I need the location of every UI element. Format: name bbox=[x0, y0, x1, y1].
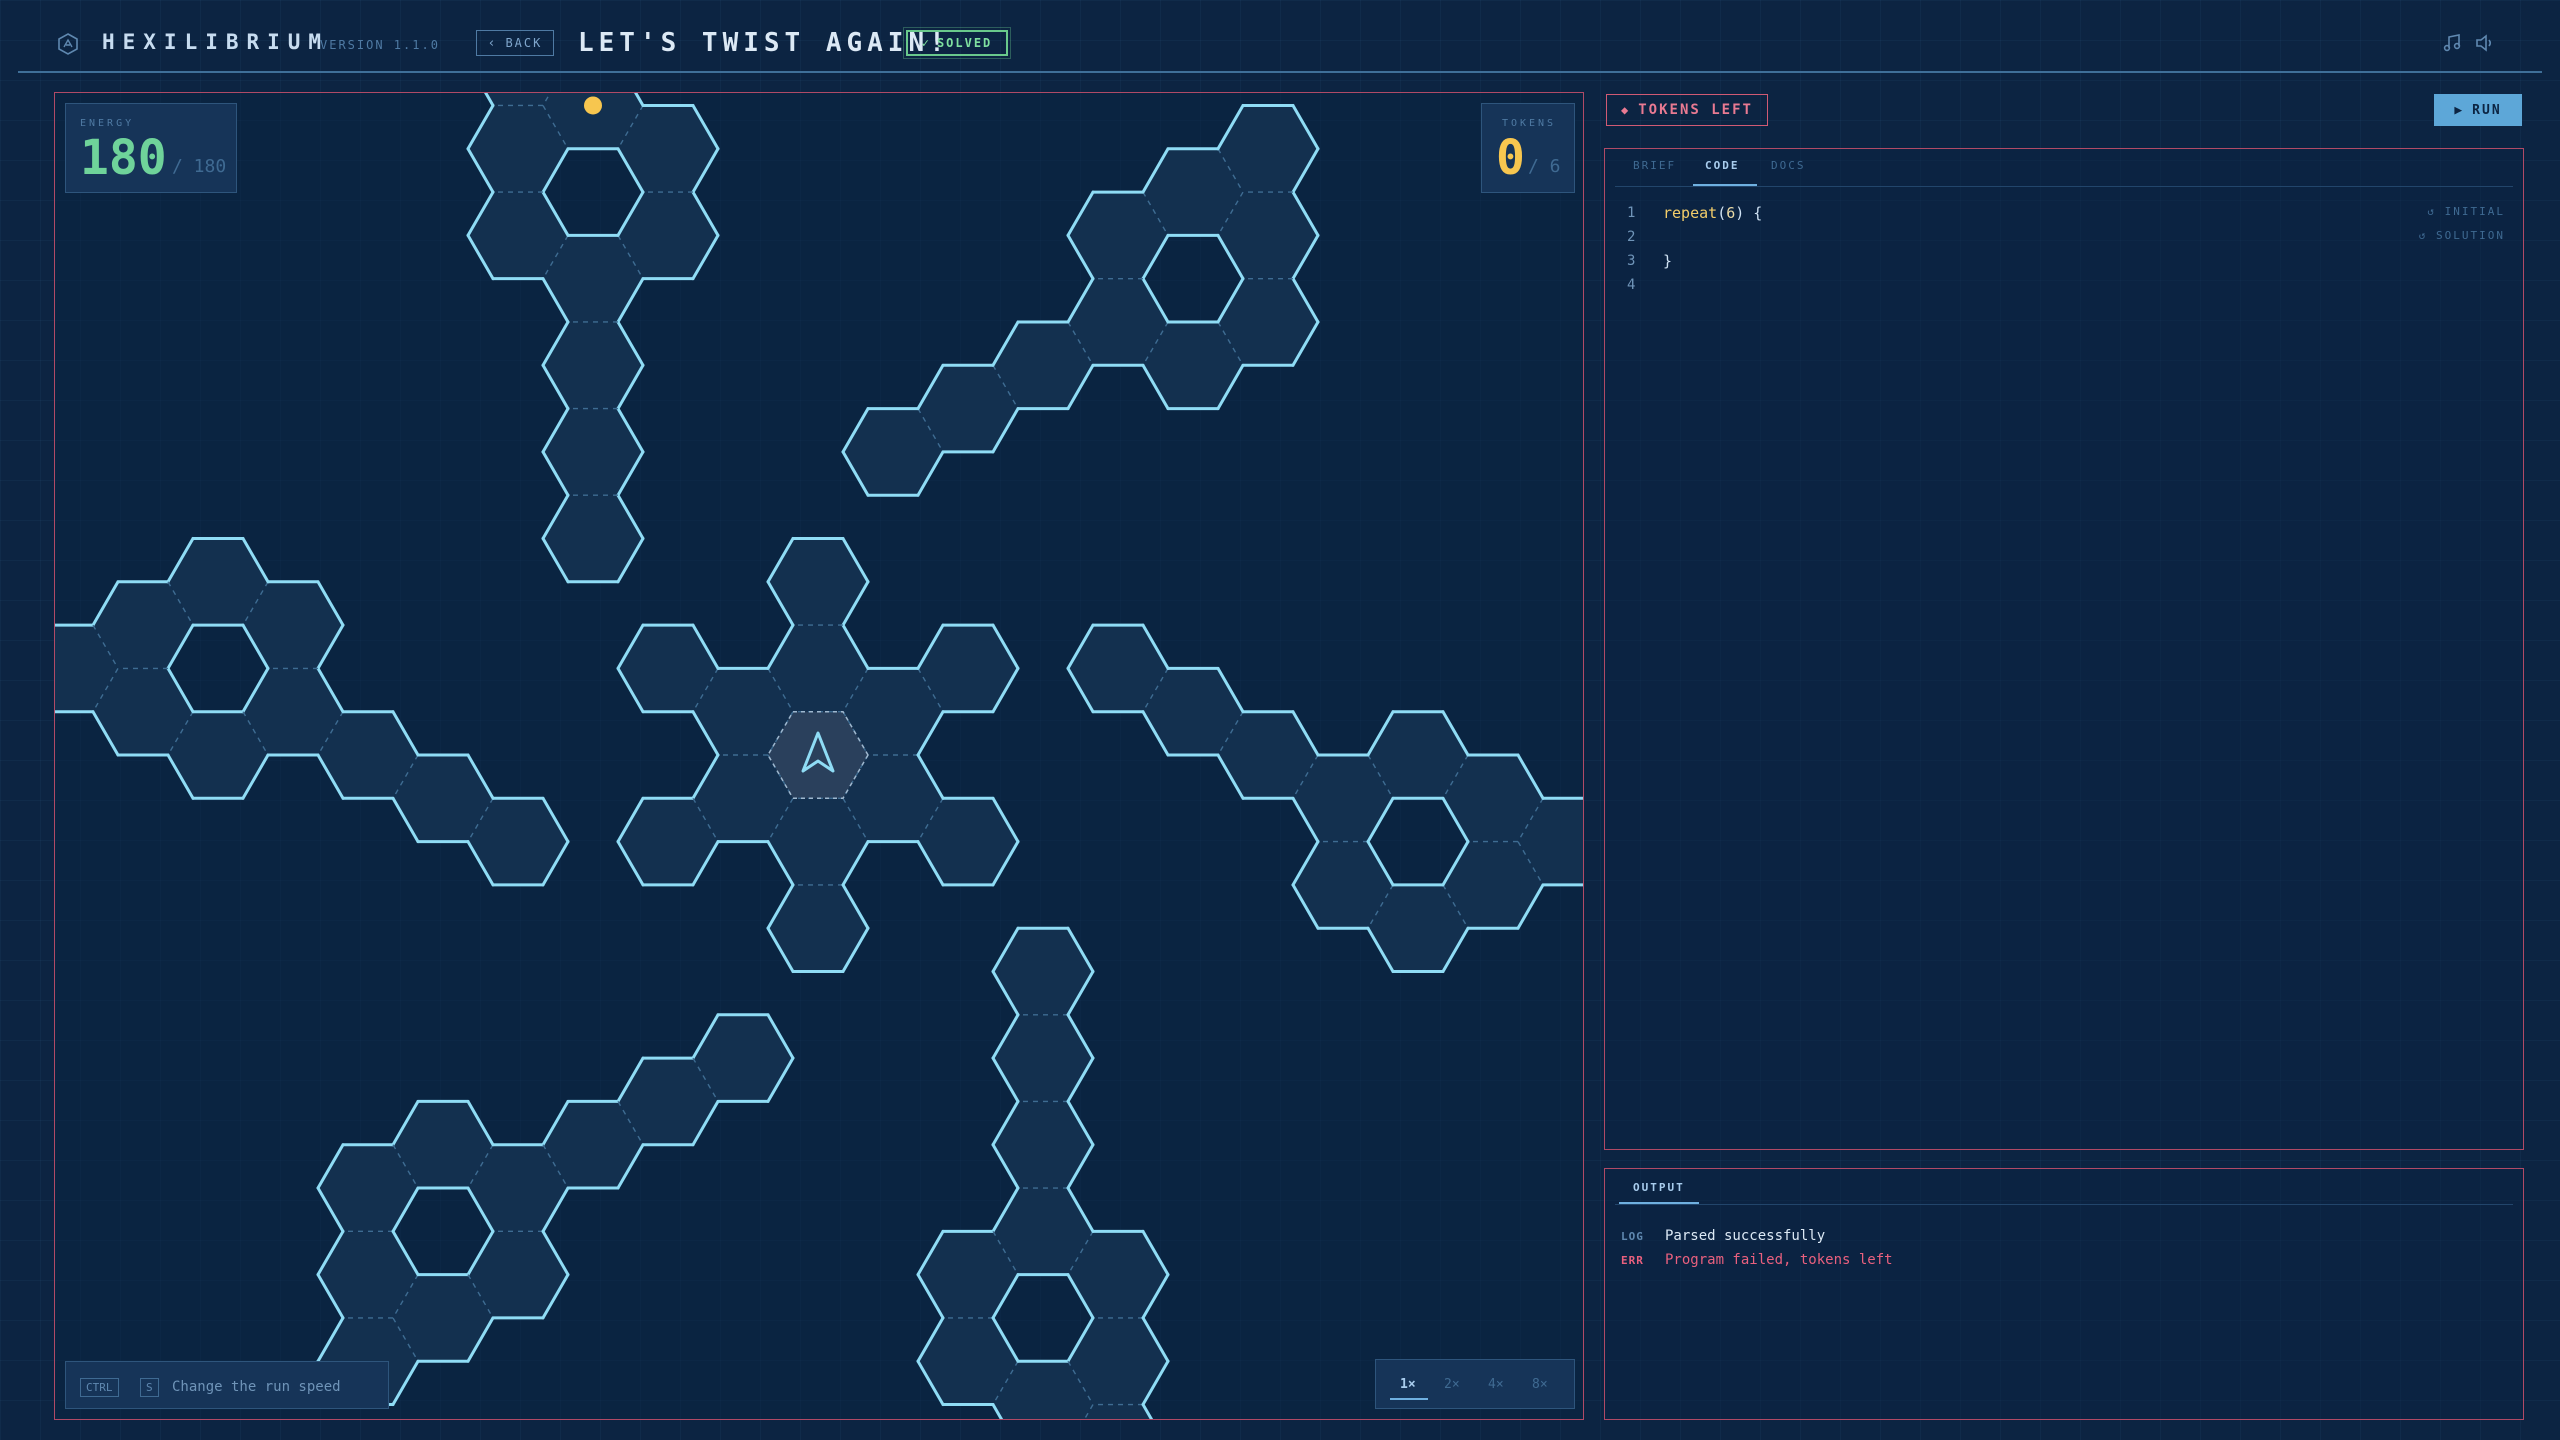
hex-cell bbox=[543, 495, 643, 582]
error-tag: ERR bbox=[1621, 1254, 1644, 1267]
tab-docs[interactable]: DOCS bbox=[1771, 159, 1806, 172]
speed-4x-button[interactable]: 4× bbox=[1488, 1377, 1504, 1392]
version-label: VERSION 1.1.0 bbox=[320, 38, 440, 52]
tokens-value: 0 bbox=[1496, 130, 1525, 186]
speed-selector: 1× 2× 4× 8× bbox=[1375, 1359, 1575, 1409]
hex-cell bbox=[543, 321, 643, 409]
tokens-counter: TOKENS 0 / 6 bbox=[1481, 103, 1575, 193]
speed-8x-button[interactable]: 8× bbox=[1532, 1377, 1548, 1392]
code-punct: ( bbox=[1717, 204, 1727, 222]
initial-label: INITIAL bbox=[2444, 205, 2505, 218]
tab-brief[interactable]: BRIEF bbox=[1633, 159, 1676, 172]
chevron-left-icon: ‹ bbox=[487, 35, 498, 51]
code-keyword: repeat bbox=[1663, 204, 1718, 222]
back-label: BACK bbox=[505, 36, 543, 50]
code-editor-panel: BRIEF CODE DOCS 1 repeat(6) { 2 3 } 4 ↺ … bbox=[1604, 148, 2524, 1150]
output-divider bbox=[1615, 1204, 2513, 1205]
tokens-left-badge: ◆ TOKENS LEFT bbox=[1606, 94, 1768, 126]
check-icon: ✓ bbox=[921, 36, 931, 50]
app-title: HEXILIBRIUM bbox=[102, 30, 330, 54]
ctrl-key: CTRL bbox=[80, 1378, 119, 1397]
back-button[interactable]: ‹ BACK bbox=[476, 30, 554, 56]
music-icon[interactable] bbox=[2442, 32, 2464, 54]
tab-output[interactable]: OUTPUT bbox=[1633, 1181, 1685, 1194]
reset-initial-button[interactable]: ↺ INITIAL bbox=[2427, 205, 2505, 218]
reset-icon: ↺ bbox=[2427, 205, 2445, 218]
solved-badge: ✓ SOLVED bbox=[903, 27, 1011, 59]
code-line[interactable]: repeat(6) { bbox=[1663, 204, 1762, 222]
code-number: 6 bbox=[1726, 204, 1736, 222]
code-line[interactable]: } bbox=[1663, 252, 1672, 270]
hex-cell bbox=[993, 928, 1093, 1015]
play-icon: ▶ bbox=[2454, 102, 2465, 118]
token-dot bbox=[584, 96, 602, 115]
hex-cell bbox=[768, 884, 868, 972]
energy-label: ENERGY bbox=[80, 118, 135, 129]
error-message: Program failed, tokens left bbox=[1665, 1252, 1893, 1268]
line-number: 3 bbox=[1627, 253, 1636, 269]
board-panel: ENERGY 180 / 180 TOKENS 0 / 6 CTRL S Cha… bbox=[54, 92, 1584, 1420]
top-bar: HEXILIBRIUM VERSION 1.1.0 ‹ BACK LET'S T… bbox=[0, 0, 2560, 72]
line-number: 4 bbox=[1627, 277, 1636, 293]
solution-label: SOLUTION bbox=[2436, 229, 2505, 242]
solved-label: SOLVED bbox=[936, 36, 993, 50]
speaker-icon[interactable] bbox=[2474, 32, 2496, 54]
diamond-icon: ◆ bbox=[1621, 103, 1631, 117]
energy-counter: ENERGY 180 / 180 bbox=[65, 103, 237, 193]
hex-cell bbox=[768, 538, 868, 626]
energy-max: / 180 bbox=[172, 156, 227, 177]
logo-icon bbox=[58, 33, 78, 55]
level-title: LET'S TWIST AGAIN! bbox=[578, 28, 950, 58]
tokens-max: / 6 bbox=[1528, 156, 1561, 177]
tokens-left-label: TOKENS LEFT bbox=[1638, 102, 1753, 118]
run-label: RUN bbox=[2472, 102, 2502, 118]
speed-1x-button[interactable]: 1× bbox=[1400, 1377, 1416, 1392]
run-button[interactable]: ▶ RUN bbox=[2434, 94, 2522, 126]
speed-selected-underline bbox=[1390, 1398, 1428, 1400]
log-tag: LOG bbox=[1621, 1230, 1644, 1243]
speed-2x-button[interactable]: 2× bbox=[1444, 1377, 1460, 1392]
log-message: Parsed successfully bbox=[1665, 1228, 1826, 1244]
reset-icon: ↺ bbox=[2418, 229, 2437, 242]
s-key: S bbox=[140, 1378, 159, 1397]
load-solution-button[interactable]: ↺ SOLUTION bbox=[2419, 229, 2505, 242]
energy-value: 180 bbox=[80, 130, 167, 186]
hex-board[interactable] bbox=[55, 93, 1583, 1419]
shortcut-hint: CTRL S Change the run speed bbox=[65, 1361, 389, 1409]
hint-text: Change the run speed bbox=[172, 1379, 341, 1395]
tokens-label: TOKENS bbox=[1501, 118, 1557, 129]
header-divider bbox=[18, 71, 2542, 73]
hex-cell bbox=[543, 408, 643, 496]
line-number: 2 bbox=[1627, 229, 1636, 245]
tabs-divider bbox=[1615, 186, 2513, 187]
line-number: 1 bbox=[1627, 205, 1636, 221]
hex-cell bbox=[993, 1014, 1093, 1102]
hex-cell bbox=[993, 1101, 1093, 1189]
code-punct: ) { bbox=[1735, 204, 1763, 222]
tab-code[interactable]: CODE bbox=[1705, 159, 1740, 172]
output-panel: OUTPUT LOG Parsed successfully ERR Progr… bbox=[1604, 1168, 2524, 1420]
